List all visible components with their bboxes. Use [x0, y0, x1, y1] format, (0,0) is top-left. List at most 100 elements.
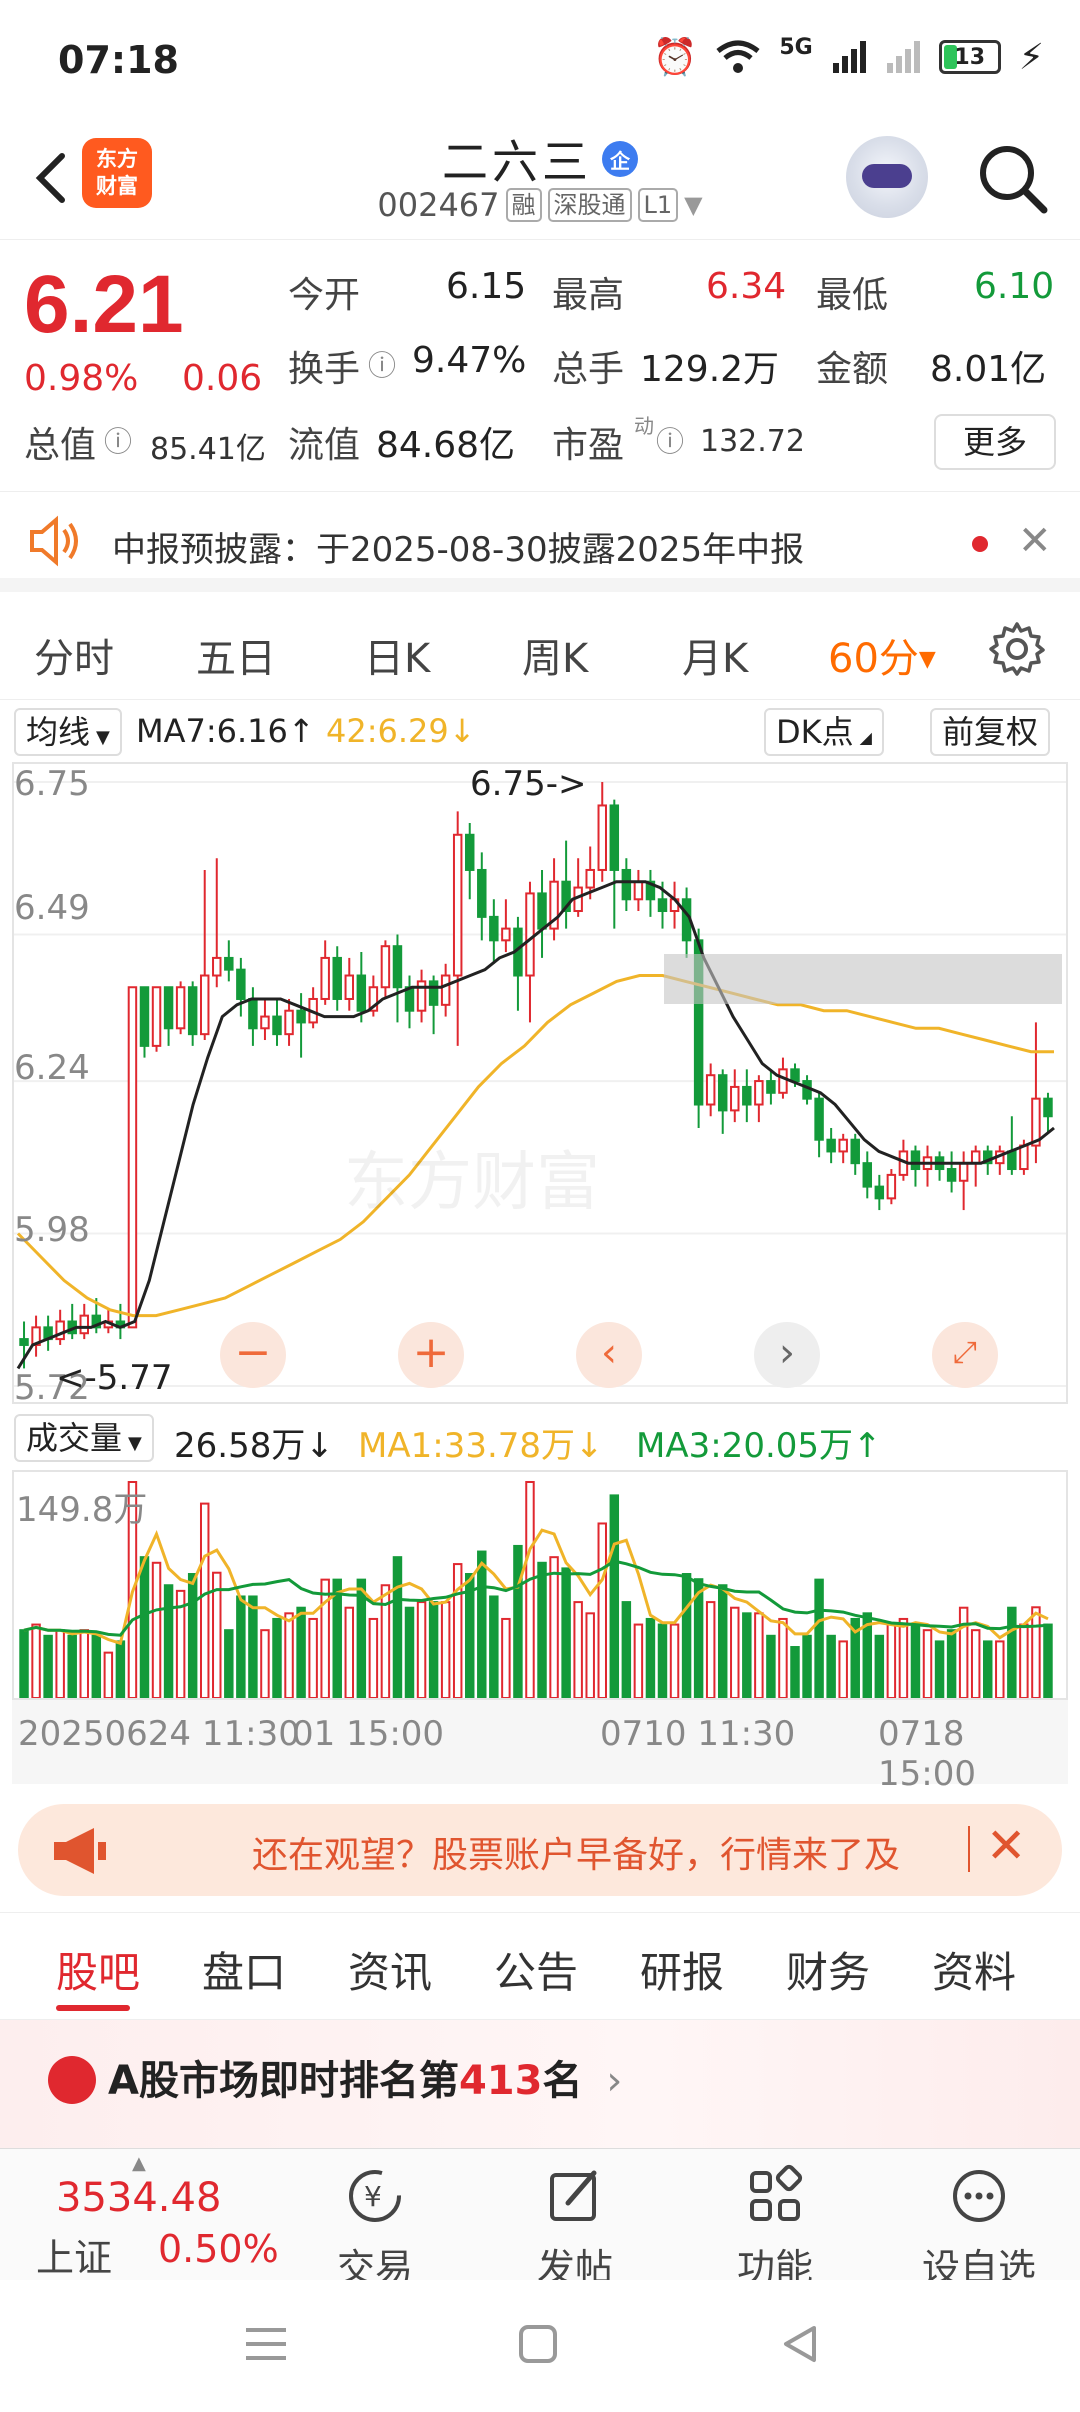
rank-card[interactable]: A股市场即时排名第413名 › [0, 2020, 1080, 2148]
volume-bar [633, 1623, 644, 1699]
tab-monthly-k[interactable]: 月K [682, 626, 748, 684]
volume-bar [657, 1623, 668, 1699]
low-marker: <-5.77 [56, 1358, 173, 1398]
candle [705, 1074, 716, 1106]
volume-bar [440, 1601, 451, 1699]
kline-chart[interactable]: 东方财富 6.75 6.49 6.24 5.98 5.72 6.75-> <-5… [12, 762, 1068, 1408]
adjust-button[interactable]: 前复权 [930, 708, 1051, 756]
candle [296, 1009, 306, 1024]
volume-plot[interactable] [14, 1472, 1066, 1700]
y-tick: 6.75 [14, 764, 90, 804]
candle [633, 880, 644, 901]
menu-icon[interactable] [244, 2324, 288, 2364]
home-icon[interactable] [518, 2324, 558, 2364]
ma-selector-label: 均线 [26, 713, 91, 751]
index-name[interactable]: 上证 [36, 2227, 112, 2282]
index-change[interactable]: 0.50% [158, 2227, 279, 2271]
tab-five-day[interactable]: 五日 [196, 626, 276, 684]
more-button[interactable]: 更多 [934, 414, 1056, 470]
volume-bar [55, 1629, 65, 1699]
candle [886, 1173, 897, 1200]
notice-bar[interactable]: 中报预披露：于2025-08-30披露2025年中报 ✕ [0, 492, 1080, 592]
post-button[interactable]: 发帖 [500, 2163, 650, 2292]
volume-ma1: MA1:33.78万↓ [358, 1426, 604, 1466]
scroll-left-button[interactable]: ‹ [576, 1322, 642, 1388]
candle [236, 968, 246, 1000]
candle [344, 974, 355, 1000]
fullscreen-button[interactable]: ⤢ [932, 1322, 998, 1388]
candle [910, 1150, 921, 1171]
volume-bar [260, 1629, 270, 1699]
back-nav-icon[interactable] [780, 2324, 820, 2364]
close-icon[interactable]: ✕ [1018, 518, 1052, 564]
status-icons: ⏰ 5G 13 ⚡ [652, 35, 1044, 79]
tab-intraday[interactable]: 分时 [34, 626, 114, 684]
dk-point-button[interactable]: DK点 ◢ [764, 708, 884, 756]
candle [525, 892, 535, 977]
status-time: 07:18 [58, 38, 179, 82]
last-price: 6.21 [24, 259, 184, 350]
caret-down-icon: ▼ [128, 1433, 142, 1454]
index-value[interactable]: 3534.48 [56, 2175, 221, 2221]
alarm-icon: ⏰ [652, 37, 698, 78]
tab-announcements[interactable]: 公告 [494, 1939, 578, 2000]
info-icon[interactable]: ⓘ [656, 420, 684, 460]
volume-chart[interactable]: 149.8万 [12, 1470, 1068, 1700]
kline-plot[interactable]: 东方财富 [14, 764, 1066, 1402]
tab-orderbook[interactable]: 盘口 [202, 1939, 286, 2000]
close-icon[interactable]: ✕ [986, 1818, 1026, 1874]
candle [862, 1162, 873, 1188]
search-icon[interactable] [974, 140, 1050, 216]
svg-text:¥: ¥ [364, 2180, 382, 2213]
info-icon[interactable]: ⓘ [368, 344, 396, 384]
tab-news[interactable]: 资讯 [348, 1939, 432, 2000]
notice-text: 中报预披露：于2025-08-30披露2025年中报 [112, 530, 805, 570]
volume-selector[interactable]: 成交量 ▼ [14, 1414, 154, 1462]
volume-bar [1007, 1606, 1017, 1700]
dk-point-label: DK点 [776, 713, 854, 751]
dropdown-triangle-icon[interactable]: ▼ [684, 191, 702, 219]
grid-icon [750, 2164, 803, 2221]
caret-down-icon: ▼ [96, 727, 110, 748]
candle [199, 974, 210, 1036]
tab-research[interactable]: 研报 [640, 1939, 724, 2000]
divider [968, 1826, 970, 1872]
volume-bar [103, 1651, 114, 1699]
caret-up-icon: ▲ [132, 2153, 146, 2174]
ma-selector[interactable]: 均线 ▼ [14, 708, 122, 756]
tab-finance[interactable]: 财务 [786, 1939, 870, 2000]
y-tick: 5.98 [14, 1210, 90, 1250]
tab-daily-k[interactable]: 日K [364, 626, 430, 684]
info-icon[interactable]: ⓘ [104, 420, 132, 460]
volume-bar [151, 1561, 162, 1699]
candle [657, 898, 668, 913]
functions-button[interactable]: 功能 [700, 2163, 850, 2292]
add-watchlist-button[interactable]: 设自选 [904, 2163, 1054, 2292]
tab-60min[interactable]: 60分▼ [828, 626, 936, 684]
volume-bar [368, 1617, 379, 1699]
indicator-bar: 均线 ▼ MA7:6.16↑ 42:6.29↓ DK点 ◢ 前复权 [0, 704, 1080, 762]
volume-bar [922, 1629, 933, 1699]
volume-bar [766, 1634, 776, 1700]
scroll-right-button[interactable]: › [754, 1322, 820, 1388]
stock-name: 二六三 [442, 135, 592, 189]
tab-weekly-k[interactable]: 周K [522, 626, 588, 684]
zoom-in-button[interactable]: + [398, 1322, 464, 1388]
candle [175, 986, 186, 1030]
candle [958, 1162, 969, 1182]
chevron-right-icon: › [606, 2058, 623, 2104]
zoom-out-button[interactable]: − [220, 1322, 286, 1388]
volume-bar [669, 1623, 680, 1699]
candle [838, 1138, 848, 1153]
candle [452, 833, 463, 977]
candle [392, 945, 403, 989]
tab-profile[interactable]: 资料 [932, 1939, 1016, 2000]
volume-selector-label: 成交量 [26, 1419, 123, 1457]
trade-button[interactable]: ¥ 交易 [300, 2163, 450, 2292]
gear-icon[interactable] [988, 620, 1046, 678]
promo-banner[interactable]: 还在观望？股票账户早备好，行情来了及 ✕ [18, 1804, 1062, 1896]
ranking-icon [48, 2056, 96, 2104]
volume-bar [898, 1617, 909, 1699]
tab-guba[interactable]: 股吧 [56, 1939, 140, 2000]
low-value: 6.10 [974, 266, 1055, 307]
